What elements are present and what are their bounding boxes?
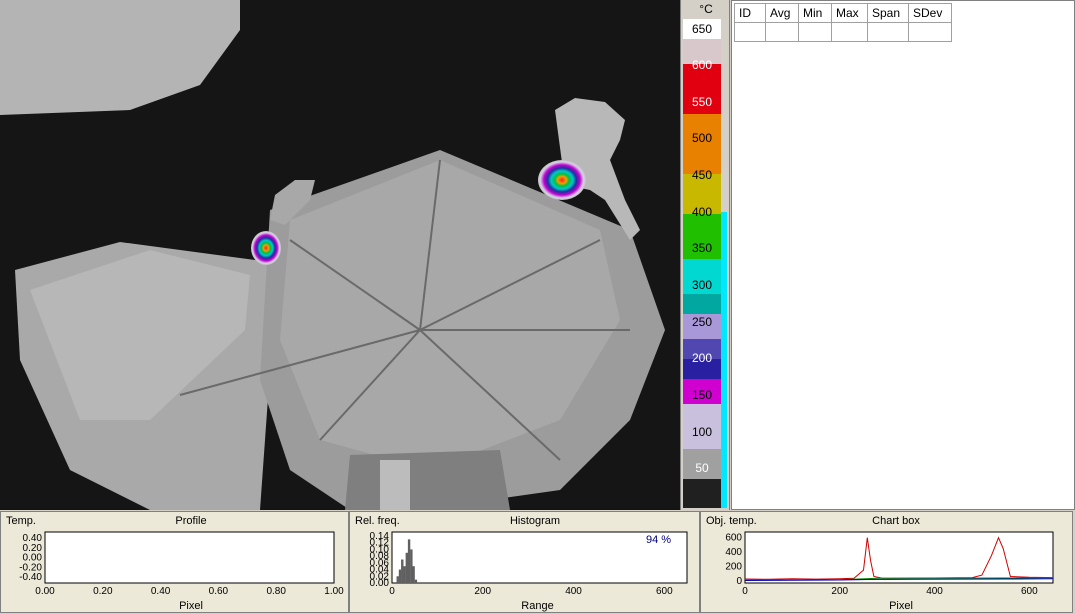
scale-tick: 150 <box>691 388 713 402</box>
profile-xtick: 0.20 <box>93 586 113 597</box>
table-cell[interactable] <box>867 22 909 42</box>
scale-tick: 650 <box>691 22 713 36</box>
column-header-min[interactable]: Min <box>798 3 832 23</box>
histogram-bar <box>407 539 411 583</box>
profile-xtick: 1.00 <box>324 586 344 597</box>
column-header-max[interactable]: Max <box>831 3 868 23</box>
profile-xtick: 0.40 <box>151 586 171 597</box>
chart-ytick: 200 <box>725 561 742 572</box>
profile-xtick: 0.60 <box>209 586 229 597</box>
profile-plot: 0.400.200.00-0.20-0.40 0.00 0.20 0.40 0.60 0… <box>19 531 344 597</box>
scale-tick: 350 <box>691 241 713 255</box>
scale-tick: 100 <box>691 425 713 439</box>
scale-tick: 200 <box>691 351 713 365</box>
histogram-ytick: 0.00 <box>370 578 390 589</box>
table-row[interactable] <box>734 22 952 42</box>
histogram-plot: 0.140.120.100.080.060.040.020.00 0 200 400… <box>370 531 688 597</box>
histogram-xtick: 0 <box>389 586 395 597</box>
column-header-sdev[interactable]: SDev <box>908 3 952 23</box>
thermal-image-view[interactable] <box>0 0 680 510</box>
scale-tick: 600 <box>691 58 713 72</box>
histogram-bar <box>396 576 399 583</box>
histogram-bar <box>401 559 404 583</box>
thermal-image <box>0 0 665 510</box>
histogram-bar <box>412 566 415 583</box>
scale-range-indicator[interactable] <box>721 212 727 508</box>
scale-tick: 500 <box>691 131 713 145</box>
scale-unit: °C <box>699 2 713 16</box>
profile-xtick: 0.80 <box>266 586 286 597</box>
profile-ytick: -0.40 <box>19 572 42 583</box>
histogram-bar <box>403 566 406 583</box>
chart-box-panel[interactable]: Obj. temp. Chart box 600 400 200 0 0 200 400 6… <box>700 511 1073 613</box>
table-cell[interactable] <box>765 22 799 42</box>
scale-tick: 300 <box>691 278 713 292</box>
table-cell[interactable] <box>831 22 868 42</box>
profile-xlabel: Pixel <box>179 600 203 612</box>
profile-xtick: 0.00 <box>35 586 55 597</box>
table-cell[interactable] <box>798 22 832 42</box>
histogram-xtick: 400 <box>565 586 582 597</box>
chart-ytick: 400 <box>725 547 742 558</box>
chart-plot: 6004002000 0 200 400 600 <box>725 531 1054 597</box>
chart-xtick: 0 <box>742 586 748 597</box>
chart-xlabel: Pixel <box>889 600 913 612</box>
stats-table: ID Avg Min Max Span SDev <box>734 3 952 42</box>
chart-xtick: 600 <box>1021 586 1038 597</box>
column-header-avg[interactable]: Avg <box>765 3 799 23</box>
histogram-bar <box>410 549 413 583</box>
table-cell[interactable] <box>734 22 766 42</box>
scale-tick: 50 <box>695 461 709 475</box>
histogram-bar <box>405 552 409 583</box>
histogram-xtick: 600 <box>656 586 673 597</box>
column-header-span[interactable]: Span <box>867 3 909 23</box>
measurement-stats-panel: ID Avg Min Max Span SDev <box>731 0 1075 510</box>
table-cell[interactable] <box>908 22 952 42</box>
histogram-panel[interactable]: Rel. freq. Histogram 0.14 0.12 0.10 0.08 0.0… <box>349 511 700 613</box>
histogram-xlabel: Range <box>521 600 554 612</box>
scale-tick: 400 <box>691 205 713 219</box>
chart-xtick: 400 <box>926 586 943 597</box>
scale-tick: 250 <box>691 315 713 329</box>
stats-header-row: ID Avg Min Max Span SDev <box>734 3 952 23</box>
chart-ytick: 600 <box>725 533 742 544</box>
scale-tick: 550 <box>691 95 713 109</box>
scale-tick: 450 <box>691 168 713 182</box>
histogram-bar <box>398 569 402 583</box>
histogram-xtick: 200 <box>474 586 491 597</box>
temperature-scale: °C 650 600 550 500 450 400 350 300 250 2… <box>680 0 730 510</box>
profile-panel[interactable]: Temp. Profile 0.40 0.20 0.00 -0.20 -0.40 0.0… <box>0 511 349 613</box>
chart-xtick: 200 <box>831 586 848 597</box>
histogram-percent: 94 % <box>646 534 672 546</box>
histogram-bar <box>414 579 418 583</box>
column-header-id[interactable]: ID <box>734 3 766 23</box>
